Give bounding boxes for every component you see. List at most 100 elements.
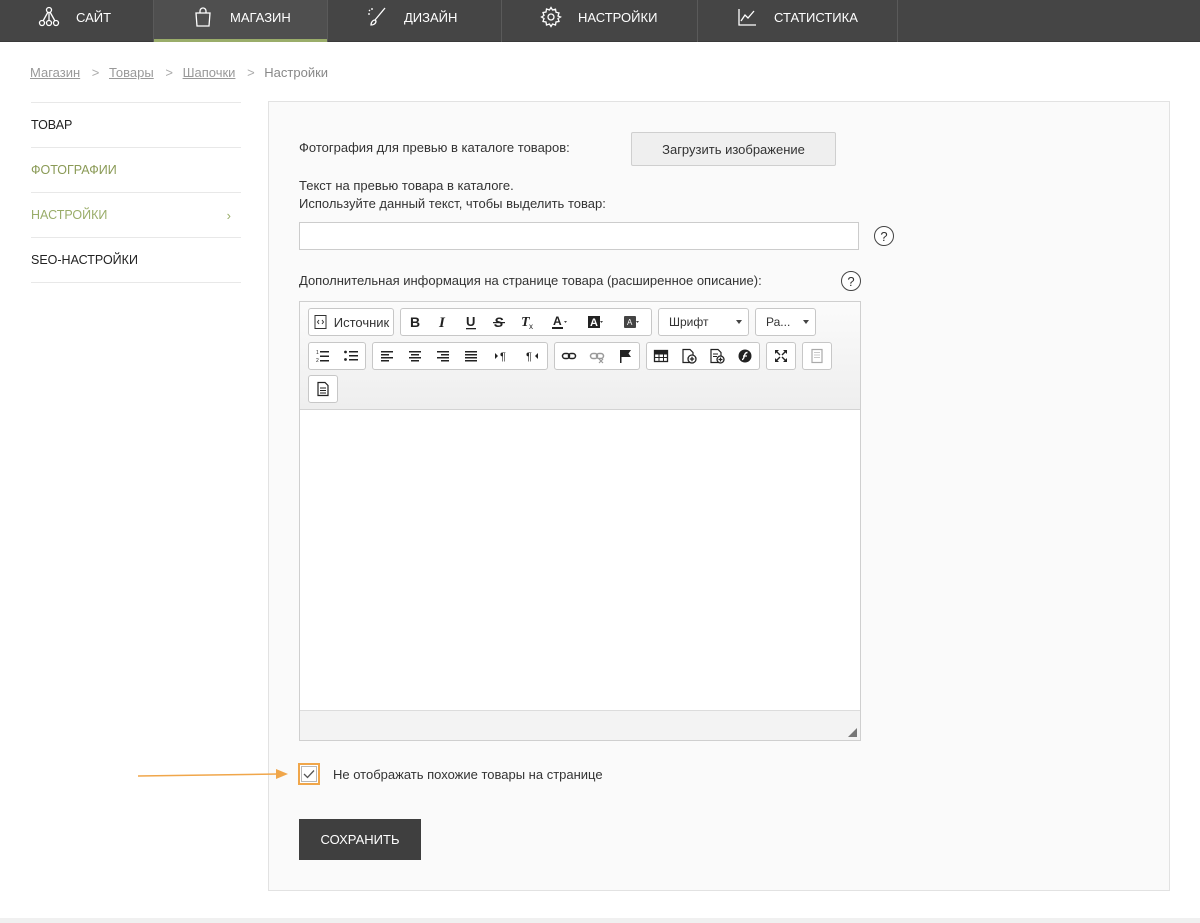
rich-text-editor: Источник B I U S Tx bbox=[299, 301, 861, 741]
save-button[interactable]: СОХРАНИТЬ bbox=[299, 819, 421, 860]
sidebar: ТОВАР ФОТОГРАФИИ НАСТРОЙКИ › SEO-НАСТРОЙ… bbox=[31, 102, 241, 283]
help-icon[interactable]: ? bbox=[874, 226, 894, 246]
settings-panel: Фотография для превью в каталоге товаров… bbox=[268, 101, 1170, 891]
document-properties-button[interactable] bbox=[309, 376, 337, 402]
tab-site[interactable]: САЙТ bbox=[0, 0, 154, 42]
document-icon bbox=[317, 381, 329, 397]
editor-content-area[interactable] bbox=[300, 410, 860, 710]
bold-icon: B bbox=[410, 314, 420, 330]
font-size-select-value: Ра... bbox=[766, 315, 791, 329]
align-justify-button[interactable] bbox=[457, 343, 485, 369]
link-icon bbox=[561, 352, 577, 360]
flash-button[interactable] bbox=[731, 343, 759, 369]
table-button[interactable] bbox=[647, 343, 675, 369]
tab-design[interactable]: ДИЗАЙН bbox=[328, 0, 502, 42]
unlink-button[interactable] bbox=[583, 343, 611, 369]
preview-photo-label: Фотография для превью в каталоге товаров… bbox=[299, 140, 570, 155]
sidebar-item-settings[interactable]: НАСТРОЙКИ › bbox=[31, 193, 241, 238]
svg-text:A: A bbox=[590, 317, 598, 329]
extended-description-label: Дополнительная информация на странице то… bbox=[299, 273, 762, 288]
maximize-button[interactable] bbox=[767, 343, 795, 369]
insert-image-button[interactable] bbox=[675, 343, 703, 369]
link-button[interactable] bbox=[555, 343, 583, 369]
align-center-icon bbox=[409, 351, 421, 362]
tab-label: НАСТРОЙКИ bbox=[578, 10, 658, 25]
numbered-list-button[interactable]: 12 bbox=[309, 343, 337, 369]
page-footer-divider bbox=[0, 918, 1200, 923]
source-button[interactable]: Источник bbox=[309, 309, 393, 335]
sidebar-item-label: ФОТОГРАФИИ bbox=[31, 163, 117, 177]
svg-text:1: 1 bbox=[316, 350, 319, 356]
gear-icon bbox=[540, 6, 562, 28]
checkbox-box bbox=[301, 766, 317, 782]
svg-text:B: B bbox=[410, 314, 420, 330]
svg-text:¶: ¶ bbox=[500, 351, 506, 363]
toolbar-group-maximize bbox=[766, 342, 796, 370]
flash-icon bbox=[738, 349, 752, 363]
breadcrumb-current: Настройки bbox=[264, 65, 329, 80]
align-justify-icon bbox=[465, 351, 477, 362]
annotation-arrow-icon bbox=[138, 769, 288, 779]
italic-icon: I bbox=[438, 315, 446, 330]
dropdown-arrow-icon bbox=[736, 320, 742, 324]
sidebar-item-label: НАСТРОЙКИ bbox=[31, 208, 108, 222]
upload-image-button[interactable]: Загрузить изображение bbox=[631, 132, 836, 166]
italic-button[interactable]: I bbox=[429, 309, 457, 335]
tab-label: МАГАЗИН bbox=[230, 10, 291, 25]
font-select[interactable]: Шрифт bbox=[658, 308, 749, 336]
svg-text:2: 2 bbox=[316, 358, 319, 364]
text-color-button[interactable]: A bbox=[541, 309, 577, 335]
align-left-button[interactable] bbox=[373, 343, 401, 369]
strikethrough-button[interactable]: S bbox=[485, 309, 513, 335]
bulleted-list-icon bbox=[344, 350, 358, 361]
text-direction-rtl-button[interactable]: ¶ bbox=[517, 343, 547, 369]
brush-icon bbox=[366, 6, 388, 28]
help-icon[interactable]: ? bbox=[841, 271, 861, 291]
breadcrumb-link-hats[interactable]: Шапочки bbox=[183, 65, 236, 80]
align-center-button[interactable] bbox=[401, 343, 429, 369]
sidebar-item-seo[interactable]: SEO-НАСТРОЙКИ bbox=[31, 238, 241, 283]
table-icon bbox=[653, 349, 669, 363]
highlight-button[interactable]: A bbox=[613, 309, 649, 335]
insert-document-button[interactable] bbox=[703, 343, 731, 369]
sidebar-item-photos[interactable]: ФОТОГРАФИИ bbox=[31, 148, 241, 193]
hide-similar-checkbox[interactable] bbox=[298, 763, 320, 785]
background-color-button[interactable]: A bbox=[577, 309, 613, 335]
font-size-select[interactable]: Ра... bbox=[755, 308, 816, 336]
dropdown-arrow-icon bbox=[803, 320, 809, 324]
tab-statistics[interactable]: СТАТИСТИКА bbox=[698, 0, 898, 42]
breadcrumb-link-products[interactable]: Товары bbox=[109, 65, 154, 80]
text-color-icon: A bbox=[552, 314, 567, 329]
breadcrumb-separator: > bbox=[247, 65, 255, 80]
bulleted-list-button[interactable] bbox=[337, 343, 365, 369]
source-icon bbox=[314, 315, 327, 329]
unlink-icon bbox=[589, 352, 605, 364]
preview-text-label-line2: Используйте данный текст, чтобы выделить… bbox=[299, 196, 606, 211]
tab-shop[interactable]: МАГАЗИН bbox=[154, 0, 328, 42]
align-right-button[interactable] bbox=[429, 343, 457, 369]
breadcrumb-separator: > bbox=[165, 65, 173, 80]
bold-button[interactable]: B bbox=[401, 309, 429, 335]
svg-text:A: A bbox=[553, 314, 562, 328]
tab-settings[interactable]: НАСТРОЙКИ bbox=[502, 0, 698, 42]
svg-text:¶: ¶ bbox=[526, 351, 532, 363]
preview-text-label-line1: Текст на превью товара в каталоге. bbox=[299, 178, 514, 193]
resize-handle-icon[interactable] bbox=[848, 728, 857, 737]
templates-button[interactable] bbox=[803, 343, 831, 369]
underline-button[interactable]: U bbox=[457, 309, 485, 335]
remove-format-button[interactable]: Tx bbox=[513, 309, 541, 335]
flag-icon bbox=[620, 350, 631, 363]
breadcrumb: Магазин > Товары > Шапочки > Настройки bbox=[30, 65, 328, 80]
text-direction-ltr-button[interactable]: ¶ bbox=[485, 343, 517, 369]
strikethrough-icon: S bbox=[493, 314, 505, 330]
breadcrumb-link-shop[interactable]: Магазин bbox=[30, 65, 80, 80]
editor-toolbar: Источник B I U S Tx bbox=[300, 302, 860, 410]
anchor-button[interactable] bbox=[611, 343, 639, 369]
source-label: Источник bbox=[333, 314, 390, 330]
text-direction-rtl-icon: ¶ bbox=[526, 351, 538, 363]
sidebar-item-label: SEO-НАСТРОЙКИ bbox=[31, 253, 138, 267]
preview-text-input[interactable] bbox=[299, 222, 859, 250]
hide-similar-label[interactable]: Не отображать похожие товары на странице bbox=[333, 767, 603, 782]
sidebar-item-product[interactable]: ТОВАР bbox=[31, 103, 241, 148]
tab-label: САЙТ bbox=[76, 10, 112, 25]
